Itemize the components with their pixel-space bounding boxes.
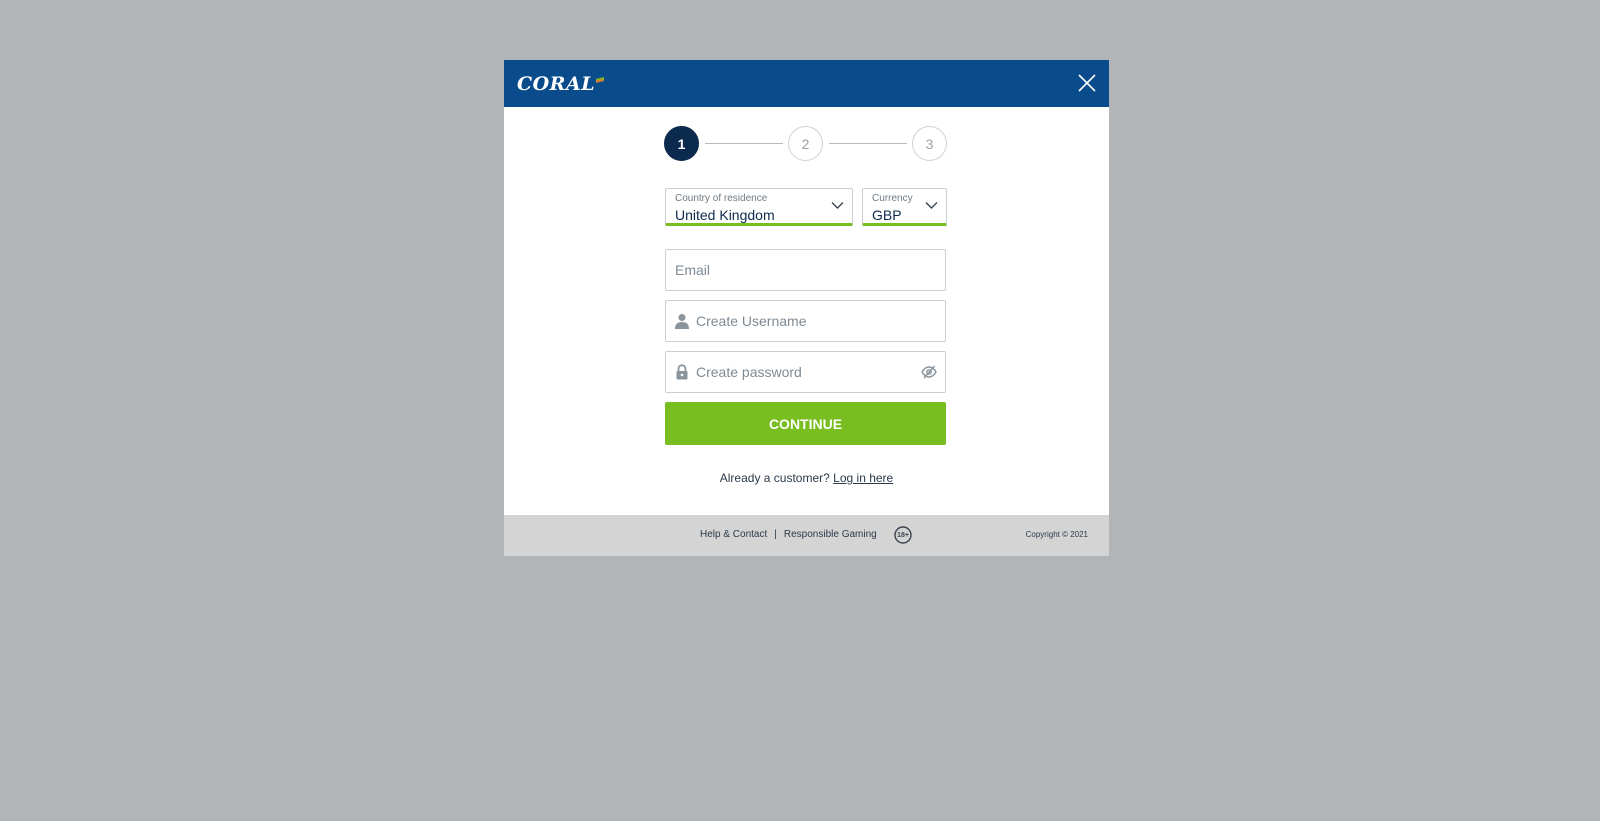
email-input[interactable] [675, 250, 937, 290]
eye-hidden-icon[interactable] [921, 364, 937, 380]
step-connector [705, 143, 783, 144]
chevron-down-icon [925, 202, 938, 209]
login-link[interactable]: Log in here [833, 471, 893, 485]
modal-header: CORAL [504, 60, 1109, 107]
country-label: Country of residence [675, 193, 768, 204]
email-field [665, 249, 946, 291]
lock-icon [676, 364, 688, 380]
currency-value: GBP [872, 207, 902, 223]
footer-separator: | [774, 529, 777, 540]
copyright-text: Copyright © 2021 [1025, 530, 1088, 539]
currency-select[interactable]: Currency GBP [862, 188, 947, 226]
chevron-down-icon [831, 202, 844, 209]
continue-button[interactable]: CONTINUE [665, 402, 946, 445]
step-3: 3 [912, 126, 947, 161]
username-field [665, 300, 946, 342]
footer-links: Help & Contact | Responsible Gaming [700, 529, 877, 540]
password-field [665, 351, 946, 393]
modal-footer: Help & Contact | Responsible Gaming 18+ … [504, 515, 1109, 556]
step-1: 1 [664, 126, 699, 161]
currency-label: Currency [872, 193, 913, 204]
login-prompt-text: Already a customer? [719, 471, 830, 485]
user-icon [675, 314, 689, 329]
registration-stepper: 1 2 3 [664, 126, 952, 161]
step-connector [829, 143, 907, 144]
close-icon[interactable] [1077, 73, 1097, 93]
password-input[interactable] [696, 352, 911, 392]
step-2: 2 [788, 126, 823, 161]
country-select[interactable]: Country of residence United Kingdom [665, 188, 853, 226]
country-value: United Kingdom [675, 207, 775, 223]
help-contact-link[interactable]: Help & Contact [700, 529, 767, 540]
coral-logo: CORAL [517, 73, 605, 95]
logo-text: CORAL [517, 73, 596, 95]
age-badge-text: 18+ [897, 531, 909, 539]
username-input[interactable] [696, 301, 936, 341]
registration-modal: CORAL 1 2 3 Country of residence United … [504, 60, 1109, 556]
logo-flag-icon [596, 77, 605, 83]
responsible-gaming-link[interactable]: Responsible Gaming [784, 529, 877, 540]
login-prompt-row: Already a customer? Log in here [504, 471, 1109, 485]
